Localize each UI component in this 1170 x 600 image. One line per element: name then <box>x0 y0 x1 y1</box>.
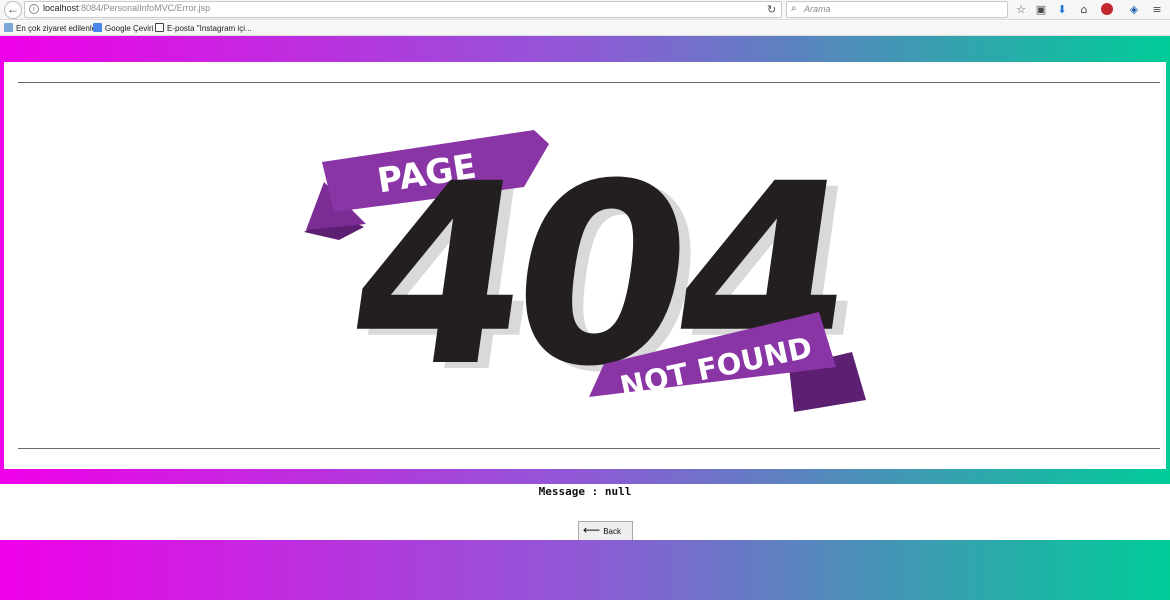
back-arrow-icon[interactable]: ← <box>4 1 22 19</box>
search-icon: ⌕ <box>791 3 797 14</box>
back-button-label: Back <box>603 527 621 536</box>
download-icon[interactable]: ⬇ <box>1054 2 1070 18</box>
adblock-icon[interactable] <box>1099 2 1115 18</box>
search-bar[interactable]: ⌕ Arama <box>786 1 1008 18</box>
arrow-left-icon: ⟵ <box>583 523 601 537</box>
bookmarks-bar: En çok ziyaret edilenler Google Çeviri E… <box>0 21 1170 36</box>
page-icon <box>155 23 164 32</box>
message-area: Message : null ⟵ Back <box>4 484 1166 540</box>
menu-icon[interactable]: ≡ <box>1149 2 1165 18</box>
error-message: Message : null <box>538 485 632 498</box>
back-button[interactable]: ⟵ Back <box>578 521 633 540</box>
search-placeholder: Arama <box>804 4 831 14</box>
divider-bottom <box>18 448 1160 449</box>
bookmark-most-visited[interactable]: En çok ziyaret edilenler <box>4 22 99 35</box>
clipboard-icon[interactable]: ▣ <box>1033 2 1049 18</box>
shield-icon[interactable]: ◈ <box>1126 2 1142 18</box>
star-bookmark-icon[interactable]: ☆ <box>1013 2 1029 18</box>
bookmark-email[interactable]: E-posta "Instagram içi... <box>155 22 252 35</box>
gradient-frame-bottom <box>0 540 1170 600</box>
bookmark-google-translate[interactable]: Google Çeviri <box>93 22 153 35</box>
reload-icon[interactable]: ↻ <box>767 3 776 16</box>
info-icon[interactable]: i <box>29 4 39 14</box>
url-bar[interactable]: i localhost:8084/PersonalInfoMVC/Error.j… <box>24 1 782 18</box>
browser-toolbar: ← i localhost:8084/PersonalInfoMVC/Error… <box>0 0 1170 20</box>
error-card: 404 PAGE 404 NOT FOUND <box>4 62 1166 469</box>
error-code-404: 404 <box>333 131 861 422</box>
page-404-illustration: 404 PAGE 404 NOT FOUND <box>304 130 872 428</box>
bookmark-folder-icon <box>4 23 13 32</box>
translate-icon <box>93 23 102 32</box>
home-icon[interactable]: ⌂ <box>1076 2 1092 18</box>
url-text: localhost:8084/PersonalInfoMVC/Error.jsp <box>43 3 211 13</box>
